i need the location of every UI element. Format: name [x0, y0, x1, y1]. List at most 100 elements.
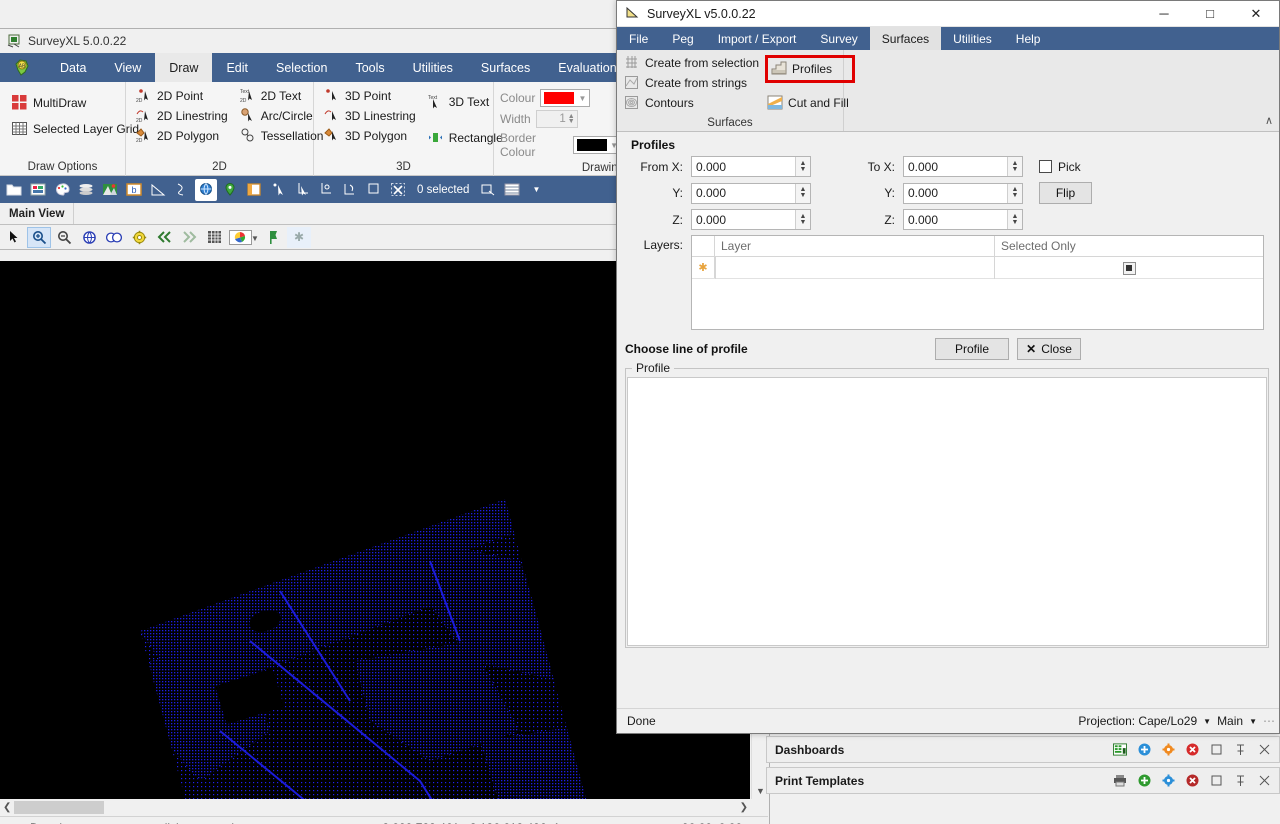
- delete-red-icon[interactable]: [1185, 743, 1199, 757]
- view-caret-icon[interactable]: ▼: [1249, 717, 1257, 726]
- ribbon-item-2d-point[interactable]: 2D 2D Point: [132, 86, 236, 106]
- ribbon-item-create-from-selection[interactable]: Create from selection: [622, 53, 765, 73]
- selected-only-cell[interactable]: [995, 257, 1263, 279]
- maximize-button[interactable]: □: [1187, 1, 1233, 27]
- colour-wheel-icon[interactable]: ▼: [227, 227, 261, 248]
- width-input[interactable]: 1 ▲▼: [536, 110, 578, 128]
- ribbon-item-profiles[interactable]: Profiles: [769, 59, 851, 79]
- menu-item-file[interactable]: File: [617, 27, 660, 50]
- maximize-icon-print[interactable]: [1209, 774, 1223, 788]
- palette-icon[interactable]: [51, 179, 73, 201]
- zoom-in-icon[interactable]: [27, 227, 51, 248]
- from-x-input[interactable]: 0.000 ▲▼: [691, 156, 811, 177]
- menu-item-peg[interactable]: Peg: [660, 27, 705, 50]
- layers-table[interactable]: Layer Selected Only ✱: [691, 235, 1264, 330]
- ribbon-tab-draw[interactable]: Draw: [155, 53, 212, 82]
- close-dialog-button[interactable]: ✕ Close: [1017, 338, 1081, 360]
- to-y-spinner[interactable]: ▲▼: [1007, 184, 1022, 203]
- app-badge-icon[interactable]: AB: [0, 53, 46, 82]
- layers-column-selected-only[interactable]: Selected Only: [995, 236, 1263, 256]
- open-folder-icon[interactable]: [3, 179, 25, 201]
- pin-icon[interactable]: [219, 179, 241, 201]
- profile-canvas[interactable]: [627, 377, 1267, 646]
- add-blue-icon[interactable]: [1137, 743, 1151, 757]
- menu-item-import-export[interactable]: Import / Export: [706, 27, 809, 50]
- ribbon-item-2d-linestring[interactable]: 2D 2D Linestring: [132, 106, 236, 126]
- maximize-icon[interactable]: [1209, 743, 1223, 757]
- layers-column-layer[interactable]: Layer: [715, 236, 995, 256]
- next-icon[interactable]: [177, 227, 201, 248]
- gear-icon[interactable]: [127, 227, 151, 248]
- scroll-right-icon[interactable]: ❯: [736, 802, 752, 813]
- profile-button[interactable]: Profile: [935, 338, 1009, 360]
- menu-item-survey[interactable]: Survey: [808, 27, 869, 50]
- scroll-left-icon[interactable]: ❮: [0, 802, 14, 813]
- border-colour-swatch-button[interactable]: ▼: [573, 136, 622, 154]
- pointer-icon[interactable]: [2, 227, 26, 248]
- to-z-input[interactable]: 0.000 ▲▼: [903, 209, 1023, 230]
- layer-cell[interactable]: [715, 257, 995, 279]
- clear-selection-icon[interactable]: [387, 179, 409, 201]
- ribbon-item-2d-polygon[interactable]: 2D 2D Polygon: [132, 126, 236, 146]
- selection-export-icon[interactable]: [477, 179, 499, 201]
- curve-icon[interactable]: [171, 179, 193, 201]
- measure-angle-icon[interactable]: [147, 179, 169, 201]
- collapse-ribbon-icon[interactable]: ∧: [1265, 114, 1273, 127]
- ribbon-item-cut-and-fill[interactable]: Cut and Fill: [765, 93, 855, 113]
- ribbon-item-3d-polygon[interactable]: 3D Polygon: [320, 126, 424, 146]
- ribbon-tab-utilities[interactable]: Utilities: [399, 53, 467, 82]
- settings-orange-icon[interactable]: [1161, 743, 1175, 757]
- pin-icon-dashboards[interactable]: [1233, 743, 1247, 757]
- table-row[interactable]: ✱: [692, 257, 1263, 279]
- select-crop-icon[interactable]: [291, 179, 313, 201]
- ribbon-tab-surfaces[interactable]: Surfaces: [467, 53, 544, 82]
- from-z-input[interactable]: 0.000 ▲▼: [691, 209, 811, 230]
- delete-red-icon-print[interactable]: [1185, 774, 1199, 788]
- printer-icon[interactable]: [1113, 774, 1127, 788]
- scroll-down-icon[interactable]: ▼: [756, 783, 765, 799]
- dock-panel-print-templates[interactable]: Print Templates: [766, 767, 1280, 794]
- viewport-horizontal-scrollbar[interactable]: ❮ ❯: [0, 799, 752, 816]
- selected-only-toggle[interactable]: [1123, 262, 1136, 275]
- ribbon-item-3d-point[interactable]: 3D Point: [320, 86, 424, 106]
- ribbon-item-contours[interactable]: Contours: [622, 93, 765, 113]
- menu-item-utilities[interactable]: Utilities: [941, 27, 1004, 50]
- close-icon-print[interactable]: [1257, 774, 1271, 788]
- from-x-spinner[interactable]: ▲▼: [795, 157, 810, 176]
- select-point-icon[interactable]: [315, 179, 337, 201]
- to-x-input[interactable]: 0.000 ▲▼: [903, 156, 1023, 177]
- menu-item-surfaces[interactable]: Surfaces: [870, 27, 941, 50]
- grid-icon-view[interactable]: [202, 227, 226, 248]
- to-x-spinner[interactable]: ▲▼: [1007, 157, 1022, 176]
- ribbon-item-selected-layer-grid[interactable]: Selected Layer Grid: [6, 116, 145, 142]
- ribbon-item-create-from-strings[interactable]: Create from strings: [622, 73, 765, 93]
- pick-checkbox[interactable]: [1039, 160, 1052, 173]
- minimize-button[interactable]: ─: [1141, 1, 1187, 27]
- select-rect-icon[interactable]: [363, 179, 385, 201]
- ribbon-tab-view[interactable]: View: [100, 53, 155, 82]
- view-tab-main-view[interactable]: Main View: [0, 203, 74, 224]
- menu-item-help[interactable]: Help: [1004, 27, 1053, 50]
- select-arrow-icon[interactable]: [267, 179, 289, 201]
- table-icon[interactable]: [501, 179, 523, 201]
- dropdown-caret-icon[interactable]: ▼: [525, 179, 547, 201]
- from-y-spinner[interactable]: ▲▼: [795, 184, 810, 203]
- note-icon[interactable]: [243, 179, 265, 201]
- from-z-spinner[interactable]: ▲▼: [795, 210, 810, 229]
- projection-caret-icon[interactable]: ▼: [1203, 717, 1211, 726]
- asterisk-icon[interactable]: ✱: [287, 227, 311, 248]
- flag-icon[interactable]: [262, 227, 286, 248]
- ribbon-item-3d-linestring[interactable]: 3D Linestring: [320, 106, 424, 126]
- database-image-icon[interactable]: [27, 179, 49, 201]
- dialog-titlebar[interactable]: SurveyXL v5.0.0.22 ─ □ ✕: [617, 1, 1279, 27]
- dock-panel-dashboards[interactable]: Dashboards: [766, 736, 1280, 763]
- close-button[interactable]: ✕: [1233, 1, 1279, 27]
- globe-blue-icon[interactable]: [77, 227, 101, 248]
- settings-blue-icon[interactable]: [1161, 774, 1175, 788]
- globe-pair-icon[interactable]: [102, 227, 126, 248]
- globe-icon[interactable]: [195, 179, 217, 201]
- layers-icon[interactable]: [75, 179, 97, 201]
- browse-icon[interactable]: b: [123, 179, 145, 201]
- select-poly-icon[interactable]: [339, 179, 361, 201]
- map-icon[interactable]: [99, 179, 121, 201]
